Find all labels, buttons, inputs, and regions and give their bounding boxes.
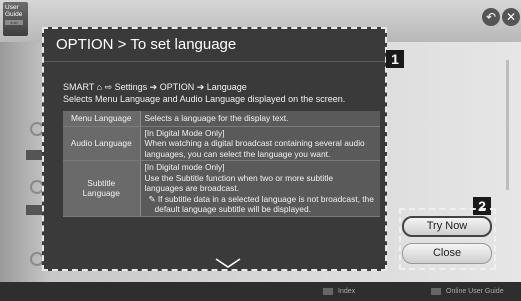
row-line: When watching a digital broadcast contai… — [144, 138, 365, 148]
try-now-button[interactable]: Try Now — [402, 216, 492, 237]
row-line: languages are broadcast. — [144, 183, 240, 193]
row-key-line: Language — [82, 188, 120, 199]
row-note: ✎ If subtitle data in a selected languag… — [148, 193, 374, 215]
row-key-line: Subtitle — [87, 177, 116, 188]
row-line: languages, you can select the language y… — [144, 148, 331, 159]
background-block — [26, 150, 42, 160]
table-row: Menu Language Selects a language for the… — [63, 111, 380, 127]
title-divider — [44, 61, 385, 62]
close-button[interactable]: Close — [402, 243, 492, 264]
footer-online-guide[interactable]: Online User Guide — [431, 286, 504, 297]
row-key: Menu Language — [63, 111, 141, 127]
back-icon[interactable]: ↶ — [482, 8, 500, 26]
dialog-title: OPTION > To set language — [56, 36, 237, 53]
guide-badge-line2: Guide — [5, 11, 23, 18]
row-value: [In Digital mode Only] Use the Subtitle … — [140, 160, 380, 217]
row-value: Selects a language for the display text. — [140, 111, 380, 127]
scroll-down-chevron-icon[interactable] — [214, 257, 242, 269]
row-line: [In Digital Mode Only] — [144, 127, 225, 138]
dialog-description: Selects Menu Language and Audio Language… — [63, 94, 346, 104]
row-line: Selects a language for the display text. — [144, 113, 289, 123]
footer-index[interactable]: Index — [323, 286, 355, 297]
marker-1: 1 — [386, 50, 404, 68]
footer-online-label: Online User Guide — [446, 288, 504, 295]
row-line: [In Digital mode Only] — [144, 162, 225, 172]
user-guide-badge[interactable]: User Guide e-m — [3, 2, 28, 36]
option-dialog: OPTION > To set language SMART ⌂ ⇨ Setti… — [42, 27, 387, 271]
row-key: Audio Language — [63, 126, 141, 161]
footer-index-label: Index — [338, 288, 356, 295]
scrollbar[interactable] — [506, 60, 509, 190]
guide-badge-small: e-m — [5, 20, 23, 25]
row-line: Use the Subtitle function when two or mo… — [144, 172, 334, 183]
language-table: Menu Language Selects a language for the… — [63, 111, 380, 217]
guide-badge-line1: User — [5, 4, 19, 11]
online-guide-key-icon — [431, 287, 441, 295]
table-row: Subtitle Language [In Digital mode Only]… — [63, 160, 380, 217]
background-block — [26, 205, 42, 215]
row-value: [In Digital Mode Only] When watching a d… — [140, 126, 380, 161]
close-icon[interactable]: ✕ — [502, 8, 520, 26]
menu-path: SMART ⌂ ⇨ Settings ➔ OPTION ➔ Language — [63, 82, 247, 92]
table-row: Audio Language [In Digital Mode Only] Wh… — [63, 126, 380, 161]
row-key: Subtitle Language — [63, 160, 141, 217]
index-key-icon — [323, 287, 333, 295]
